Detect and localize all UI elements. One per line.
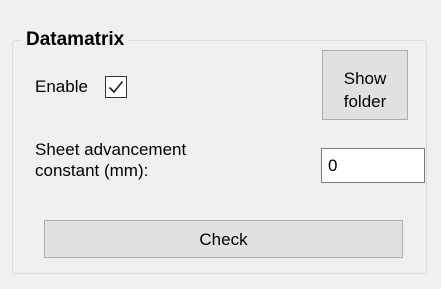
sheet-advancement-label-line1: Sheet advancement xyxy=(35,140,187,159)
sheet-advancement-input[interactable] xyxy=(321,148,425,183)
sheet-advancement-label-line2: constant (mm): xyxy=(35,161,149,180)
check-button[interactable]: Check xyxy=(44,220,403,258)
show-folder-label-line1: Show xyxy=(343,69,387,88)
enable-label: Enable xyxy=(35,77,88,96)
groupbox-title: Datamatrix xyxy=(22,28,129,52)
enable-checkbox[interactable] xyxy=(105,76,127,98)
show-folder-button[interactable]: Show folder xyxy=(322,50,408,120)
checkmark-icon xyxy=(108,80,124,94)
sheet-advancement-label: Sheet advancement constant (mm): xyxy=(35,139,245,181)
show-folder-label-line2: folder xyxy=(343,92,387,111)
